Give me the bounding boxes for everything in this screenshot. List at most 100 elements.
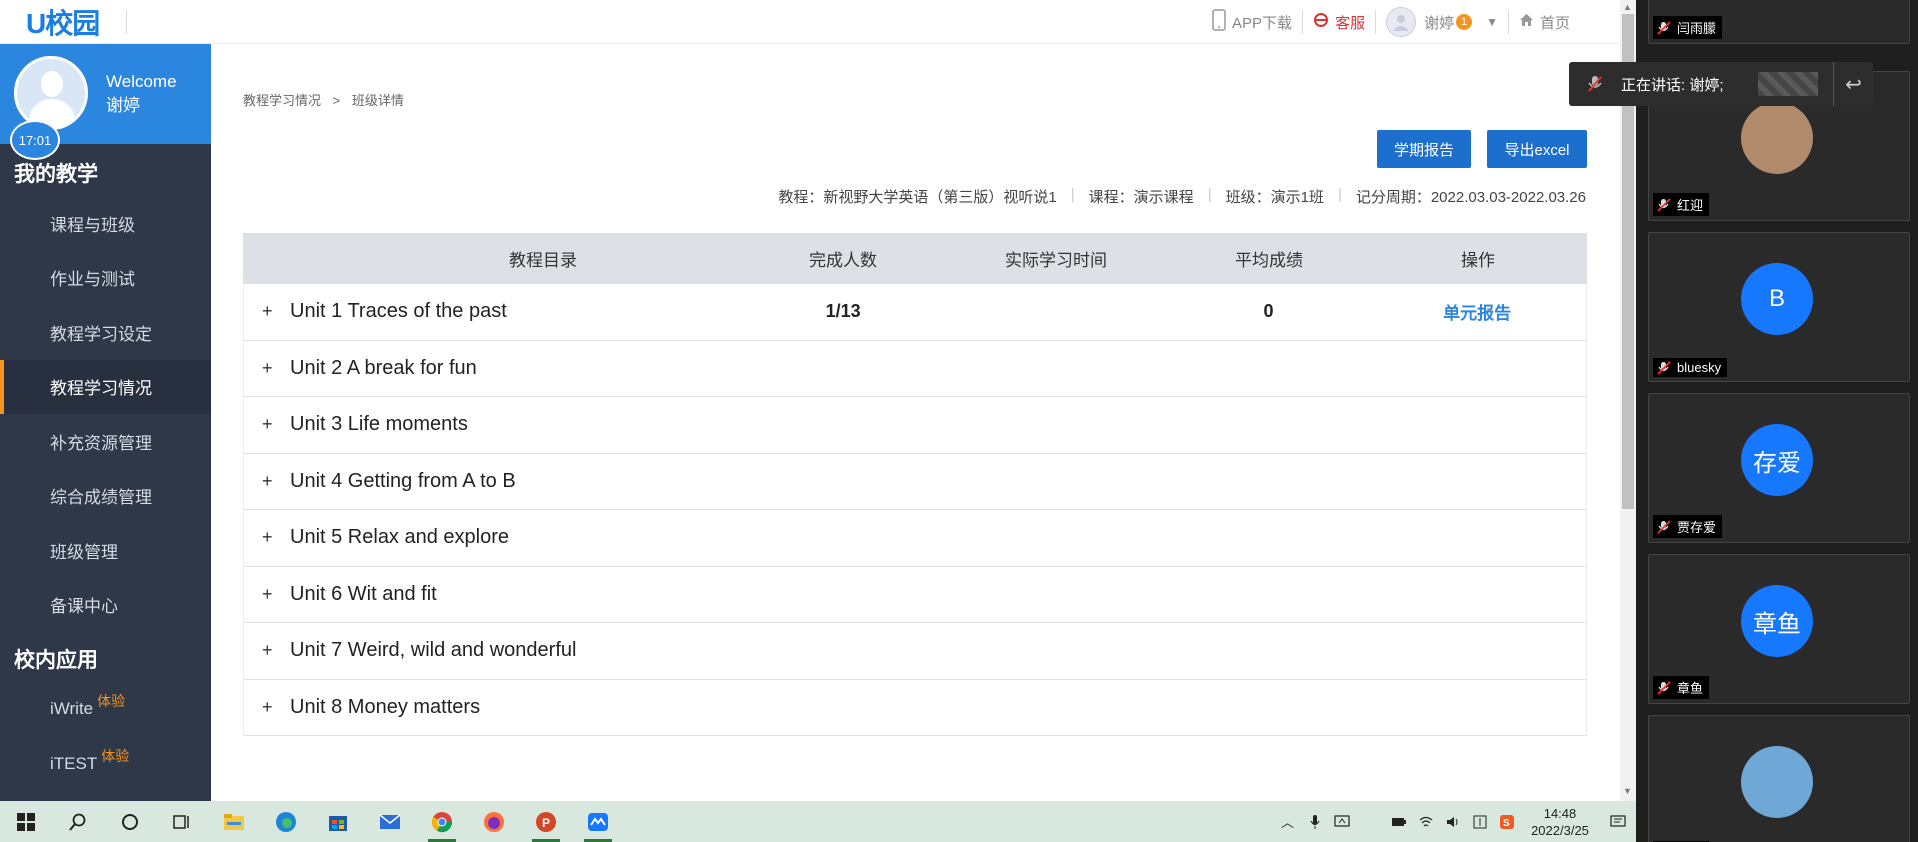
table-row: + Unit 3 Life moments: [243, 397, 1587, 454]
participant-name: 红迎: [1677, 198, 1704, 213]
mail-icon[interactable]: [364, 801, 416, 842]
powerpoint-icon[interactable]: P: [520, 801, 572, 842]
trial-tag: 体验: [101, 747, 130, 764]
unit-title[interactable]: Unit 7 Weird, wild and wonderful: [290, 639, 576, 662]
expand-plus-icon[interactable]: +: [262, 527, 280, 548]
clock-date: 2022/3/25: [1531, 822, 1589, 838]
table-row: + Unit 4 Getting from A to B: [243, 453, 1587, 510]
unit-title[interactable]: Unit 3 Life moments: [290, 413, 468, 436]
participant-name-label: 闫雨朦: [1653, 16, 1723, 39]
participant-tile[interactable]: LQX: [1648, 715, 1910, 842]
file-explorer-icon[interactable]: [208, 801, 260, 842]
expand-plus-icon[interactable]: +: [262, 358, 280, 379]
notification-badge: 1: [1456, 14, 1473, 30]
chrome-icon[interactable]: [416, 801, 468, 842]
uxiaoyuan-logo[interactable]: U校园: [26, 4, 100, 40]
expand-plus-icon[interactable]: +: [262, 640, 280, 661]
welcome-user: 谢婷: [106, 96, 140, 115]
unit-cell: + Unit 1 Traces of the past: [244, 300, 743, 323]
participant-name-label: 红迎: [1653, 193, 1710, 216]
unit-title[interactable]: Unit 5 Relax and explore: [290, 526, 509, 549]
table-row: + Unit 7 Weird, wild and wonderful: [243, 623, 1587, 680]
participant-tile[interactable]: 闫雨朦: [1648, 0, 1910, 44]
app-download-label: APP下载: [1232, 14, 1293, 32]
svg-text:P: P: [542, 816, 550, 830]
participant-name-label: 贾存爱: [1653, 515, 1723, 538]
unit-table: 教程目录 完成人数 实际学习时间 平均成绩 操作 + Unit 1 Traces …: [243, 233, 1587, 736]
semester-report-button[interactable]: 学期报告: [1377, 130, 1471, 168]
svg-text:S: S: [1503, 818, 1510, 829]
system-clock[interactable]: 14:48 2022/3/25: [1520, 805, 1600, 839]
welcome-label: Welcome: [106, 72, 177, 91]
sidebar-item-prep-center[interactable]: 备课中心: [0, 578, 211, 633]
system-tray: ︿ S 14:48 2022/3/25: [1274, 801, 1636, 842]
participant-tile[interactable]: Bbluesky: [1648, 232, 1910, 382]
scroll-up-arrow-icon[interactable]: ▲: [1623, 2, 1632, 12]
chevron-up-icon[interactable]: ︿: [1274, 812, 1301, 831]
microphone-icon[interactable]: [1301, 814, 1328, 830]
sidebar-item-resources[interactable]: 补充资源管理: [0, 414, 211, 469]
profile-avatar[interactable]: [14, 56, 88, 130]
unit-cell: + Unit 6 Wit and fit: [244, 583, 743, 606]
expand-plus-icon[interactable]: +: [262, 471, 280, 492]
expand-plus-icon[interactable]: +: [262, 697, 280, 718]
participant-name: 闫雨朦: [1677, 21, 1717, 36]
screen-share-icon[interactable]: [1328, 814, 1355, 829]
participant-tile[interactable]: 存爱 贾存爱: [1648, 393, 1910, 543]
user-avatar-icon: [1386, 7, 1417, 37]
scroll-down-arrow-icon[interactable]: ▼: [1623, 786, 1632, 796]
windows-start-icon[interactable]: [0, 801, 52, 842]
sidebar-item-courses[interactable]: 课程与班级: [0, 196, 211, 251]
sidebar-item-grades[interactable]: 综合成绩管理: [0, 469, 211, 524]
firefox-icon[interactable]: [468, 801, 520, 842]
tencent-meeting-icon[interactable]: [572, 801, 624, 842]
unit-report-link[interactable]: 单元报告: [1368, 299, 1586, 324]
participant-name-label: 章鱼: [1653, 676, 1710, 699]
muted-mic-icon: [1657, 360, 1671, 375]
wifi-icon[interactable]: [1412, 816, 1439, 828]
sidebar-item-settings[interactable]: 教程学习设定: [0, 305, 211, 360]
average-score: 0: [1263, 301, 1274, 322]
itest-label: iTEST: [50, 753, 98, 773]
sogou-input-icon[interactable]: S: [1493, 814, 1520, 830]
unit-cell: + Unit 5 Relax and explore: [244, 526, 743, 549]
customer-service-link[interactable]: 客服: [1303, 10, 1377, 34]
sidebar-item-learning-status[interactable]: 教程学习情况: [0, 359, 211, 414]
store-icon[interactable]: [312, 801, 364, 842]
edge-browser-icon[interactable]: [260, 801, 312, 842]
col-header-catalog: 教程目录: [509, 251, 577, 270]
participant-tile[interactable]: 章鱼 章鱼: [1648, 554, 1910, 704]
task-view-icon[interactable]: [156, 801, 208, 842]
expand-plus-icon[interactable]: +: [262, 414, 280, 435]
sidebar-item-itest[interactable]: iTEST 体验: [0, 737, 211, 792]
breadcrumb-learning-status[interactable]: 教程学习情况: [243, 93, 321, 108]
col-header-avg-score: 平均成绩: [1235, 251, 1303, 270]
user-menu[interactable]: 谢婷 1 ▼: [1376, 7, 1509, 37]
unit-title[interactable]: Unit 8 Money matters: [290, 696, 480, 719]
participant-avatar: [1741, 746, 1813, 818]
home-link[interactable]: 首页: [1509, 10, 1580, 34]
service-icon: [1313, 12, 1329, 32]
reply-icon[interactable]: ↩: [1833, 62, 1873, 106]
app-download-link[interactable]: APP下载: [1202, 9, 1304, 34]
unit-title[interactable]: Unit 1 Traces of the past: [290, 300, 507, 323]
unit-title[interactable]: Unit 4 Getting from A to B: [290, 470, 516, 493]
sidebar-item-iwrite[interactable]: iWrite 体验: [0, 682, 211, 737]
expand-plus-icon[interactable]: +: [262, 584, 280, 605]
cortana-icon[interactable]: [104, 801, 156, 842]
unit-title[interactable]: Unit 6 Wit and fit: [290, 583, 437, 606]
volume-icon[interactable]: [1439, 816, 1466, 828]
search-icon[interactable]: [52, 801, 104, 842]
ime-icon[interactable]: [1466, 815, 1493, 829]
battery-icon[interactable]: [1385, 817, 1412, 827]
notification-center-icon[interactable]: [1600, 814, 1636, 829]
unit-title[interactable]: Unit 2 A break for fun: [290, 357, 477, 380]
chevron-down-icon[interactable]: ▼: [1486, 15, 1498, 29]
muted-mic-icon: [1569, 75, 1621, 93]
muted-mic-icon: [1657, 197, 1671, 212]
trial-tag: 体验: [97, 693, 126, 710]
export-excel-button[interactable]: 导出excel: [1487, 130, 1587, 168]
sidebar-item-homework[interactable]: 作业与测试: [0, 251, 211, 306]
expand-plus-icon[interactable]: +: [262, 301, 280, 322]
sidebar-item-class-management[interactable]: 班级管理: [0, 523, 211, 578]
